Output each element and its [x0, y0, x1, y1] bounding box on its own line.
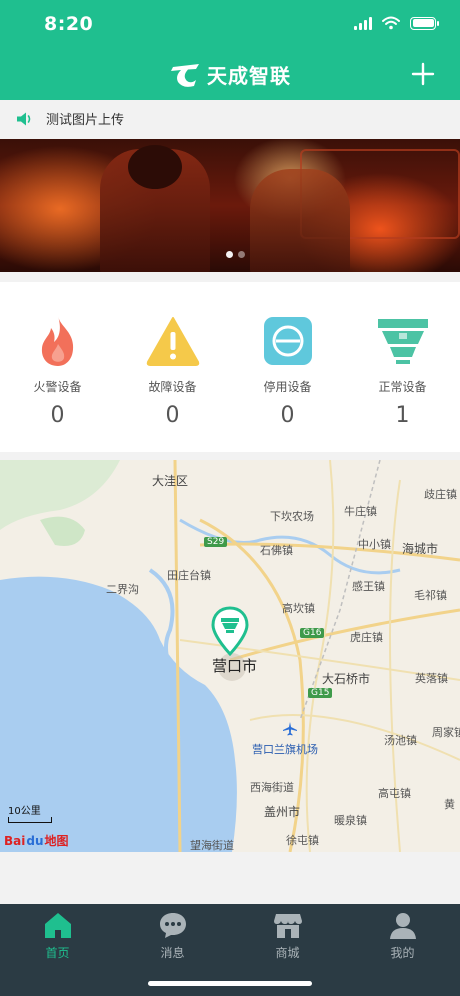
stat-value: 0: [280, 403, 295, 428]
carousel-dot-2[interactable]: [238, 251, 245, 258]
banner-helmet: [128, 145, 182, 189]
map-label: 汤池镇: [384, 734, 417, 747]
baidu-paw-icon: du: [26, 833, 44, 848]
plus-icon[interactable]: [410, 61, 436, 87]
status-bar: 8:20: [0, 0, 460, 50]
map-label: 毛祁镇: [414, 589, 447, 602]
map-label: 徐屯镇: [286, 834, 319, 847]
nav-bar: 天成智联: [0, 50, 460, 100]
map-scale-text: 10公里: [8, 806, 41, 817]
map-label: 歧庄镇: [424, 488, 457, 501]
map-scale-bar: [8, 817, 52, 823]
device-map[interactable]: 大洼区 歧庄镇 下坎农场 牛庄镇 S29 石佛镇 中小镇 海城市 田庄台镇 二界…: [0, 460, 460, 852]
disabled-icon: [263, 317, 312, 365]
baidu-logo-text-c: 地图: [44, 834, 69, 848]
brand: 天成智联: [169, 60, 291, 89]
notice-bar[interactable]: 测试图片上传: [0, 100, 460, 137]
banner-firefighter-2: [250, 169, 350, 272]
stat-label: 故障设备: [148, 380, 197, 394]
map-label: 牛庄镇: [344, 505, 377, 518]
map-label: 虎庄镇: [350, 631, 383, 644]
signal-icon: [354, 16, 372, 30]
map-label: 周家镇: [432, 726, 460, 739]
map-label: 田庄台镇: [167, 569, 211, 582]
map-road-label: G16: [300, 628, 325, 638]
map-label: 感王镇: [352, 580, 385, 593]
map-label: 中小镇: [358, 538, 391, 551]
tab-label: 商城: [275, 946, 300, 960]
warning-icon: [146, 317, 199, 366]
banner-carousel[interactable]: [0, 139, 460, 272]
map-label: 石佛镇: [260, 544, 293, 557]
map-airport-label: 营口兰旗机场: [252, 743, 318, 756]
stat-fire[interactable]: 火警设备 0: [0, 282, 115, 452]
baidu-logo: Bai du 地图: [4, 832, 69, 849]
tab-profile[interactable]: 我的: [345, 904, 460, 996]
status-time: 8:20: [44, 13, 94, 35]
map-label: 盖州市: [264, 805, 301, 819]
map-road-label: S29: [204, 537, 228, 547]
tab-label: 我的: [390, 946, 415, 960]
chat-icon: [159, 913, 186, 938]
speaker-icon: [17, 112, 31, 125]
notice-text: 测试图片上传: [46, 113, 125, 128]
map-label: 暖泉镇: [334, 814, 367, 827]
baidu-logo-text-a: Bai: [4, 833, 26, 848]
tab-label: 首页: [45, 946, 70, 960]
map-label: 高屯镇: [378, 787, 411, 800]
shop-icon: [273, 914, 302, 938]
fire-icon: [41, 316, 73, 366]
app-header: 8:20 天成智联: [0, 0, 460, 100]
map-label: 高坎镇: [282, 602, 315, 615]
map-scale: 10公里: [8, 802, 52, 823]
battery-icon: [410, 16, 439, 30]
airplane-icon: [283, 722, 297, 736]
stat-label: 火警设备: [33, 380, 82, 394]
map-label: 下坎农场: [270, 510, 314, 523]
device-location-pin-icon[interactable]: [210, 606, 250, 660]
stat-label: 正常设备: [378, 380, 427, 394]
stat-disabled[interactable]: 停用设备 0: [230, 282, 345, 452]
stat-label: 停用设备: [263, 380, 312, 394]
carousel-dot-1[interactable]: [226, 251, 233, 258]
smoke-detector-icon: [377, 319, 428, 364]
map-label: 海城市: [402, 542, 439, 556]
stat-normal[interactable]: 正常设备 1: [345, 282, 460, 452]
carousel-dots: [226, 251, 245, 258]
tab-home[interactable]: 首页: [0, 904, 115, 996]
map-label: 黄: [444, 798, 455, 811]
home-icon: [44, 913, 71, 938]
user-icon: [389, 913, 416, 939]
map-label: 二界沟: [106, 583, 139, 596]
map-label: 望海街道: [190, 839, 234, 852]
home-indicator: [148, 981, 312, 986]
stat-value: 1: [395, 403, 410, 428]
stat-fault[interactable]: 故障设备 0: [115, 282, 230, 452]
tab-label: 消息: [160, 946, 185, 960]
stat-value: 0: [165, 403, 180, 428]
map-label: 大洼区: [152, 474, 189, 488]
map-label: 大石桥市: [322, 672, 371, 686]
map-road-label: G15: [308, 688, 333, 698]
app-title: 天成智联: [207, 64, 291, 88]
stat-value: 0: [50, 403, 65, 428]
wifi-icon: [382, 16, 400, 30]
device-stats: 火警设备 0 故障设备 0 停用设备 0 正常设备 1: [0, 282, 460, 452]
brand-logo-icon: [171, 63, 199, 87]
map-label: 西海街道: [250, 781, 294, 794]
map-label: 英落镇: [415, 672, 448, 685]
status-icons: [354, 16, 439, 30]
